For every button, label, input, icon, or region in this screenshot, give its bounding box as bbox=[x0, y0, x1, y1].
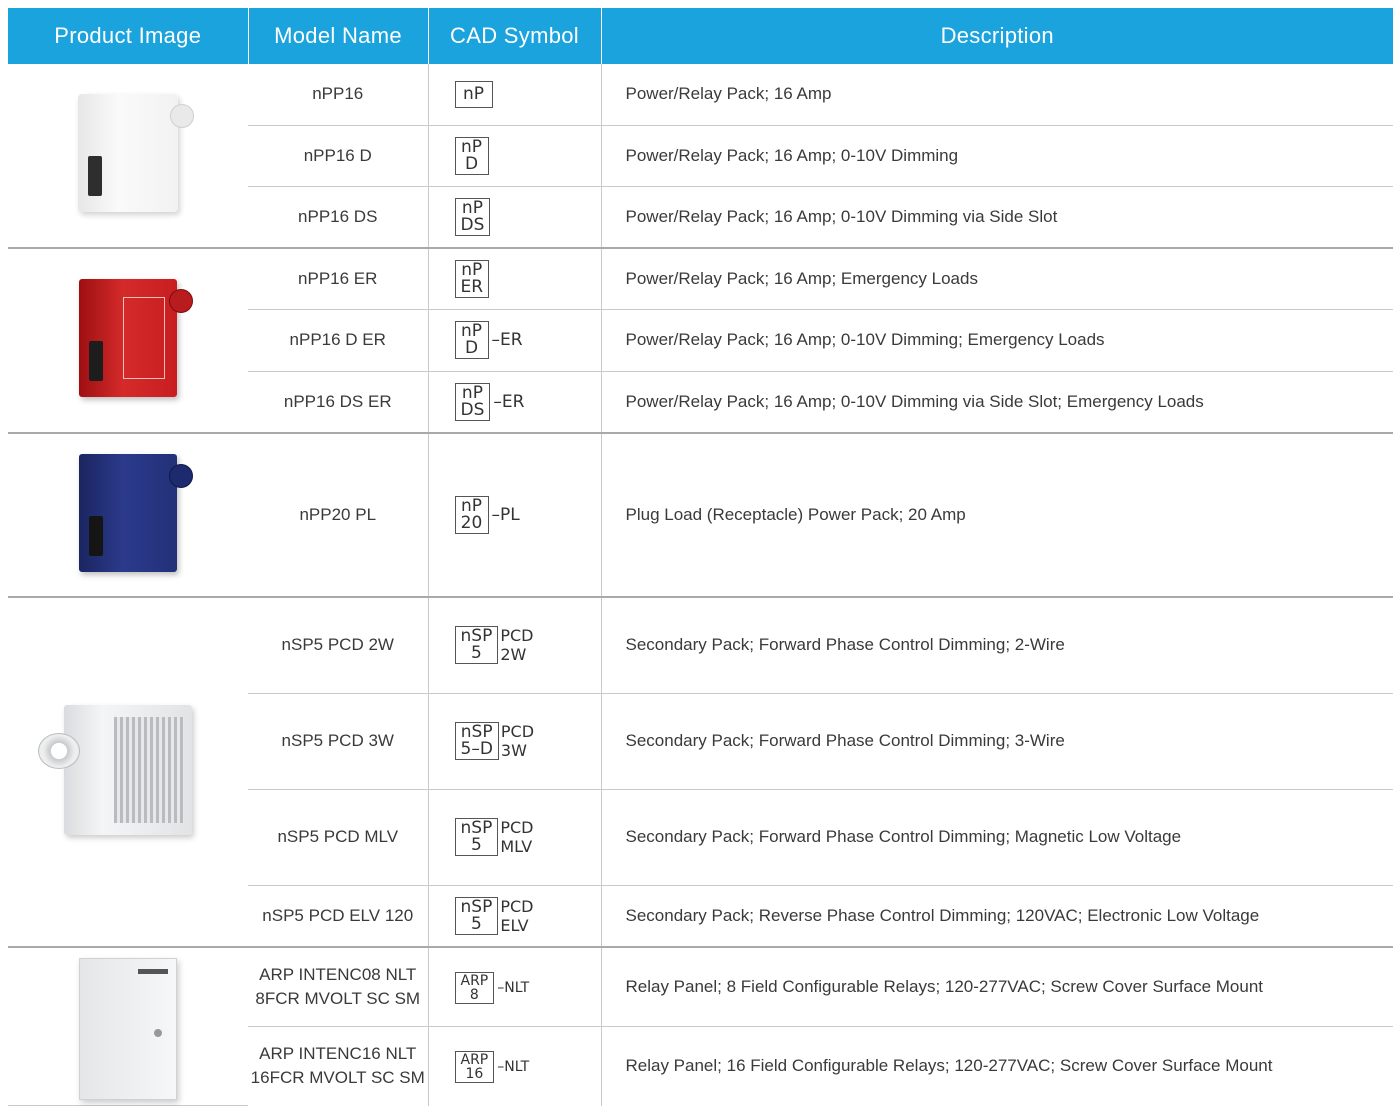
table-row: ARP INTENC08 NLT 8FCR MVOLT SC SM ARP 8 –NL… bbox=[8, 947, 1393, 1106]
header-product-image: Product Image bbox=[8, 8, 248, 64]
model-name: nPP16 D ER bbox=[248, 309, 429, 372]
model-name: ARP INTENC08 NLT 8FCR MVOLT SC SM bbox=[248, 947, 429, 1027]
header-model-name: Model Name bbox=[247, 8, 428, 64]
table-row: nSP5 PCD 2W nSP 5 PCD 2W Secondary Pack; Fo… bbox=[8, 597, 1393, 948]
description: Relay Panel; 16 Field Configurable Relay… bbox=[625, 1056, 1273, 1076]
model-name: nPP16 D bbox=[248, 125, 429, 187]
product-image-cell bbox=[8, 248, 248, 434]
cad-symbol: ARP 8 –NLT bbox=[428, 947, 602, 1027]
description: Power/Relay Pack; 16 Amp; 0-10V Dimming;… bbox=[601, 309, 1393, 372]
description: Secondary Pack; Reverse Phase Control Di… bbox=[601, 885, 1393, 948]
table-row: nPP16 ER nP ER Power/Relay Pack; 16 Amp; … bbox=[8, 248, 1393, 434]
product-spec-table: Product Image Model Name CAD Symbol Desc… bbox=[8, 8, 1393, 1106]
cad-symbol: nP bbox=[428, 64, 602, 126]
table-row: nPP20 PL nP 20 –PL Plug Load (Receptacle) … bbox=[8, 433, 1393, 598]
description: Power/Relay Pack; 16 Amp; 0-10V Dimming bbox=[601, 125, 1393, 187]
model-name: nSP5 PCD ELV 120 bbox=[248, 885, 429, 948]
description: Power/Relay Pack; 16 Amp; Emergency Load… bbox=[601, 248, 1393, 310]
product-image-cell bbox=[8, 947, 248, 1106]
description: Relay Panel; 8 Field Configurable Relays… bbox=[601, 947, 1393, 1027]
model-name: nPP16 DS bbox=[248, 186, 429, 249]
model-name: nSP5 PCD 2W bbox=[248, 597, 429, 694]
cad-symbol: nSP 5 PCD 2W bbox=[428, 597, 602, 694]
model-name: nPP16 ER bbox=[248, 248, 429, 310]
product-image-nsp5 bbox=[38, 704, 192, 835]
header-description: Description bbox=[600, 8, 1393, 64]
model-name: nPP20 PL bbox=[248, 433, 429, 598]
product-image-npp16-er bbox=[79, 279, 193, 397]
product-image-arp-panel bbox=[79, 958, 177, 1100]
description: Secondary Pack; Forward Phase Control Di… bbox=[601, 789, 1393, 886]
header-cad-symbol: CAD Symbol bbox=[427, 8, 601, 64]
model-name: nPP16 DS ER bbox=[248, 371, 429, 434]
product-image-cell bbox=[8, 64, 248, 249]
product-image-npp20-pl bbox=[79, 453, 193, 572]
cad-symbol: nP DS bbox=[428, 186, 602, 249]
model-name: nSP5 PCD MLV bbox=[248, 789, 429, 886]
header-row: Product Image Model Name CAD Symbol Desc… bbox=[8, 8, 1393, 64]
description: Power/Relay Pack; 16 Amp; 0-10V Dimming … bbox=[601, 371, 1393, 434]
model-name: nSP5 PCD 3W bbox=[248, 693, 429, 790]
description: Plug Load (Receptacle) Power Pack; 20 Am… bbox=[601, 433, 1393, 598]
cad-symbol: nP 20 –PL bbox=[428, 433, 602, 598]
description: Secondary Pack; Forward Phase Control Di… bbox=[601, 597, 1393, 694]
cad-symbol: nP DS –ER bbox=[428, 371, 602, 434]
cad-symbol: nSP 5–D PCD 3W bbox=[428, 693, 602, 790]
model-name: nPP16 bbox=[248, 64, 429, 126]
product-image-cell bbox=[8, 597, 248, 948]
product-image-cell bbox=[8, 433, 248, 598]
cad-symbol: nP D –ER bbox=[428, 309, 602, 372]
cad-symbol: ARP 16 –NLT bbox=[428, 1026, 602, 1106]
description: Secondary Pack; Forward Phase Control Di… bbox=[601, 693, 1393, 790]
description: Power/Relay Pack; 16 Amp; 0-10V Dimming … bbox=[601, 186, 1393, 249]
description: Power/Relay Pack; 16 Amp bbox=[601, 64, 1393, 126]
cad-symbol: nP D bbox=[428, 125, 602, 187]
cad-symbol: nP ER bbox=[428, 248, 602, 310]
model-name: ARP INTENC16 NLT 16FCR MVOLT SC SM bbox=[248, 1026, 429, 1106]
cad-symbol: nSP 5 PCD MLV bbox=[428, 789, 602, 886]
product-image-npp16 bbox=[78, 94, 194, 212]
cad-symbol: nSP 5 PCD ELV bbox=[428, 885, 602, 948]
table-row: nPP16 nP Power/Relay Pack; 16 Amp bbox=[8, 64, 1393, 249]
